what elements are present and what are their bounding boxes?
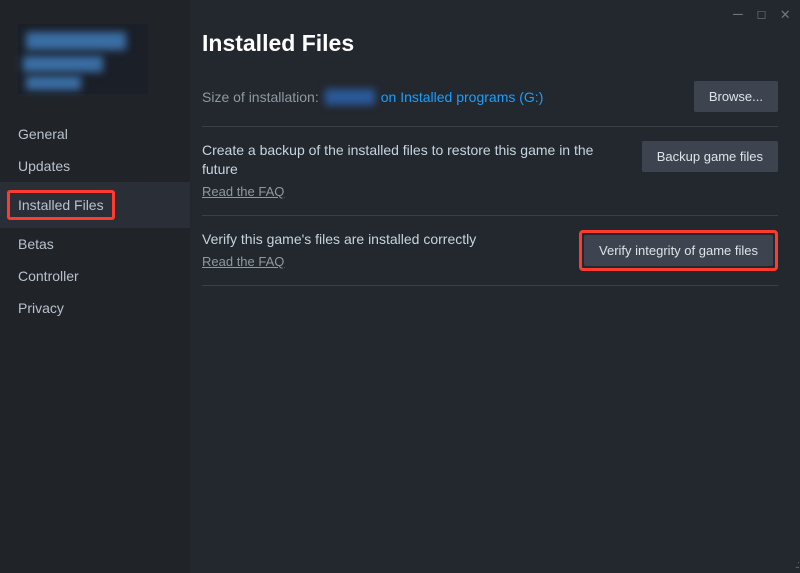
sidebar: General Updates Installed Files Betas Co… xyxy=(0,0,190,573)
sidebar-item-label: Controller xyxy=(18,268,79,284)
sidebar-item-label: Privacy xyxy=(18,300,64,316)
maximize-button[interactable]: ☐ xyxy=(757,6,767,22)
sidebar-item-general[interactable]: General xyxy=(0,118,190,150)
game-logo xyxy=(18,24,148,94)
main-content: Installed Files Size of installation: on… xyxy=(190,0,800,573)
sidebar-item-betas[interactable]: Betas xyxy=(0,228,190,260)
sidebar-item-label: Installed Files xyxy=(18,197,104,213)
verify-faq-link[interactable]: Read the FAQ xyxy=(202,254,284,269)
sidebar-item-label: Betas xyxy=(18,236,54,252)
backup-description: Create a backup of the installed files t… xyxy=(202,141,626,179)
backup-faq-link[interactable]: Read the FAQ xyxy=(202,184,284,199)
verify-description: Verify this game's files are installed c… xyxy=(202,230,563,249)
browse-button[interactable]: Browse... xyxy=(694,81,778,112)
install-size-label: Size of installation: xyxy=(202,89,319,105)
sidebar-item-privacy[interactable]: Privacy xyxy=(0,292,190,324)
sidebar-item-controller[interactable]: Controller xyxy=(0,260,190,292)
install-size-row: Size of installation: on Installed progr… xyxy=(202,81,778,112)
close-button[interactable]: ✕ xyxy=(780,6,790,22)
sidebar-item-label: General xyxy=(18,126,68,142)
verify-section: Verify this game's files are installed c… xyxy=(202,215,778,286)
verify-integrity-button[interactable]: Verify integrity of game files xyxy=(584,235,773,266)
sidebar-item-updates[interactable]: Updates xyxy=(0,150,190,182)
backup-section: Create a backup of the installed files t… xyxy=(202,126,778,215)
minimize-button[interactable]: — xyxy=(733,6,743,22)
install-drive-link[interactable]: on Installed programs (G:) xyxy=(381,89,544,105)
backup-button[interactable]: Backup game files xyxy=(642,141,778,172)
resize-grip-icon[interactable]: ..: xyxy=(795,559,798,571)
page-title: Installed Files xyxy=(202,30,778,57)
sidebar-item-installed-files[interactable]: Installed Files xyxy=(0,182,190,228)
sidebar-item-label: Updates xyxy=(18,158,70,174)
install-size-value xyxy=(325,89,375,105)
